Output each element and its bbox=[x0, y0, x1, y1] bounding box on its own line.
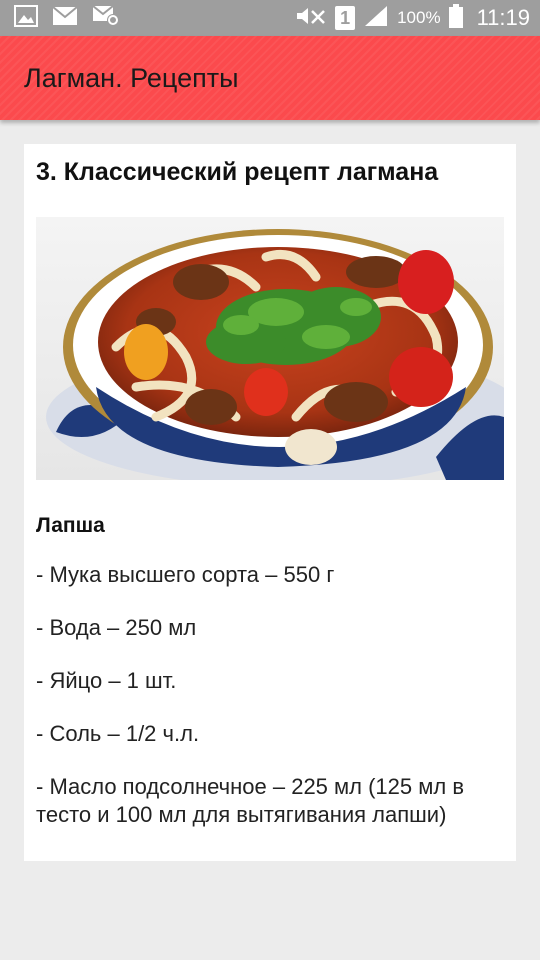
battery-icon bbox=[448, 4, 463, 32]
sim-icon: 1 bbox=[335, 6, 356, 30]
list-item: - Мука высшего сорта – 550 г bbox=[36, 562, 335, 587]
notification-icons bbox=[14, 5, 120, 31]
list-item: - Соль – 1/2 ч.л. bbox=[36, 721, 200, 746]
sim-number: 1 bbox=[340, 7, 351, 28]
clock: 11:19 bbox=[476, 5, 530, 30]
battery-percent: 100% bbox=[397, 8, 441, 27]
mute-icon bbox=[293, 5, 327, 31]
mail-settings-icon bbox=[92, 5, 120, 31]
system-icons: 1 100% 11:19 bbox=[293, 4, 530, 32]
app-bar: Лагман. Рецепты bbox=[0, 36, 540, 120]
lagman-photo bbox=[36, 217, 504, 480]
list-item: - Вода – 250 мл bbox=[36, 615, 197, 640]
app-title: Лагман. Рецепты bbox=[24, 62, 239, 93]
section-heading: Лапша bbox=[36, 514, 105, 537]
status-bar: 1 100% 11:19 bbox=[0, 0, 540, 36]
list-item: - Яйцо – 1 шт. bbox=[36, 668, 177, 693]
signal-icon bbox=[363, 4, 389, 32]
mail-icon bbox=[52, 6, 78, 30]
recipe-card[interactable]: 3. Классический рецепт лагмана Лапша - М… bbox=[24, 144, 516, 861]
ingredient-list: - Мука высшего сорта – 550 г - Вода – 25… bbox=[36, 561, 504, 829]
list-item: - Масло подсолнечное – 225 мл (125 мл в … bbox=[36, 774, 465, 827]
recipe-title: 3. Классический рецепт лагмана bbox=[36, 158, 439, 186]
image-icon bbox=[14, 5, 38, 31]
